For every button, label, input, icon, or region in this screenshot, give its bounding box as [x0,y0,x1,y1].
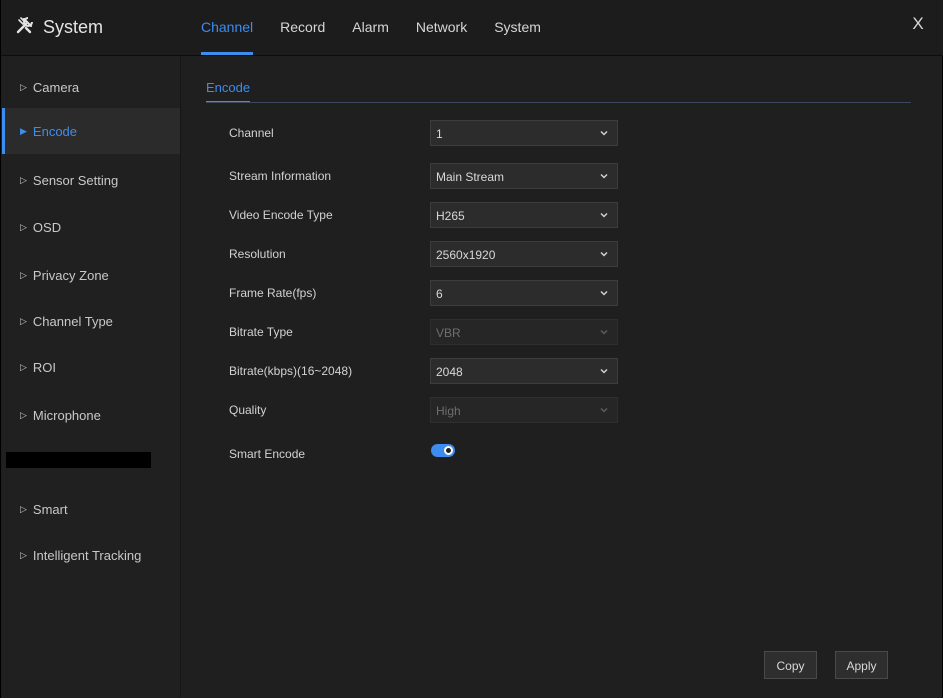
sidebar-item-label: Sensor Setting [32,172,119,188]
chevron-down-icon [600,290,608,296]
settings-window: System Channel Record Alarm Network Syst… [0,0,943,698]
triangle-right-icon: ▷ [20,409,27,420]
encode-panel: Encode Channel 1 Stream Information Main… [181,56,943,698]
stream-information-select[interactable]: Main Stream [430,163,618,189]
tab-system[interactable]: System [494,0,541,55]
select-value: High [436,404,461,418]
chevron-down-icon [600,407,608,413]
triangle-right-icon: ▶ [20,125,27,136]
select-value: 6 [436,287,443,301]
sidebar-item-intelligent-tracking[interactable]: ▷ Intelligent Tracking [2,532,180,578]
sidebar-item-smart[interactable]: ▷ Smart [2,486,180,532]
quality-select: High [430,397,618,423]
triangle-right-icon: ▷ [20,174,27,185]
field-label: Frame Rate(fps) [229,286,317,300]
tab-network[interactable]: Network [416,0,467,55]
field-quality: Quality High [181,397,943,425]
sidebar-item-label: Smart [32,501,68,517]
sidebar-item-label: OSD [32,219,62,235]
triangle-right-icon: ▷ [20,269,27,280]
field-label: Bitrate(kbps)(16~2048) [229,364,353,378]
chevron-down-icon [600,130,608,136]
bitrate-type-select: VBR [430,319,618,345]
field-frame-rate: Frame Rate(fps) 6 [181,280,943,308]
field-label: Smart Encode [229,447,306,461]
sidebar-item-label: Microphone [32,407,101,423]
chevron-down-icon [600,329,608,335]
field-bitrate: Bitrate(kbps)(16~2048) 2048 [181,358,943,386]
triangle-right-icon: ▷ [20,549,27,560]
top-bar: System Channel Record Alarm Network Syst… [1,0,943,56]
sidebar-item-label: Intelligent Tracking [32,547,142,563]
sidebar-item-label: Privacy Zone [32,267,109,283]
triangle-right-icon: ▷ [20,361,27,372]
field-label: Quality [229,403,267,417]
top-nav-tabs: Channel Record Alarm Network System [201,0,568,55]
sidebar-item-label: ROI [32,359,57,375]
subtab-encode[interactable]: Encode [206,80,251,103]
close-icon[interactable]: X [908,14,928,34]
frame-rate-select[interactable]: 6 [430,280,618,306]
sidebar-item-sensor-setting[interactable]: ▷ Sensor Setting [2,157,180,203]
sidebar-item-privacy-zone[interactable]: ▷ Privacy Zone [2,252,180,298]
copy-button[interactable]: Copy [764,651,817,679]
triangle-right-icon: ▷ [20,315,27,326]
sidebar-item-camera[interactable]: ▷ Camera [2,64,180,110]
channel-select[interactable]: 1 [430,120,618,146]
field-label: Resolution [229,247,286,261]
select-value: 2560x1920 [436,248,496,262]
field-label: Channel [229,126,274,140]
chevron-down-icon [600,212,608,218]
toggle-knob [444,446,453,455]
triangle-right-icon: ▷ [20,221,27,232]
chevron-down-icon [600,173,608,179]
select-value: VBR [436,326,461,340]
field-resolution: Resolution 2560x1920 [181,241,943,269]
bitrate-select[interactable]: 2048 [430,358,618,384]
field-label: Stream Information [229,169,332,183]
sidebar-item-encode[interactable]: ▶ Encode [2,108,180,154]
field-bitrate-type: Bitrate Type VBR [181,319,943,347]
sidebar-item-label: Encode [32,123,78,139]
apply-button[interactable]: Apply [835,651,888,679]
redacted-item [6,452,151,468]
app-title: System [15,14,103,40]
field-smart-encode: Smart Encode [181,441,943,469]
sidebar-item-microphone[interactable]: ▷ Microphone [2,392,180,438]
sidebar-item-osd[interactable]: ▷ OSD [2,204,180,250]
tools-icon [15,15,35,40]
triangle-right-icon: ▷ [20,503,27,514]
select-value: 2048 [436,365,463,379]
chevron-down-icon [600,251,608,257]
select-value: Main Stream [436,170,505,184]
select-value: H265 [436,209,465,223]
sidebar-item-channel-type[interactable]: ▷ Channel Type [2,298,180,344]
sidebar: ▷ Camera ▶ Encode ▷ Sensor Setting ▷ OSD… [2,56,181,698]
field-label: Bitrate Type [229,325,293,339]
chevron-down-icon [600,368,608,374]
field-stream-information: Stream Information Main Stream [181,163,943,191]
triangle-right-icon: ▷ [20,81,27,92]
smart-encode-toggle[interactable] [431,444,455,457]
resolution-select[interactable]: 2560x1920 [430,241,618,267]
subtab-divider [206,102,911,103]
sidebar-item-label: Camera [32,79,80,95]
tab-alarm[interactable]: Alarm [352,0,389,55]
field-channel: Channel 1 [181,120,943,148]
tab-record[interactable]: Record [280,0,325,55]
video-encode-type-select[interactable]: H265 [430,202,618,228]
sidebar-item-roi[interactable]: ▷ ROI [2,344,180,390]
select-value: 1 [436,127,443,141]
app-title-label: System [43,16,104,37]
tab-channel[interactable]: Channel [201,0,254,55]
field-label: Video Encode Type [229,208,333,222]
field-video-encode-type: Video Encode Type H265 [181,202,943,230]
sidebar-item-label: Channel Type [32,313,113,329]
